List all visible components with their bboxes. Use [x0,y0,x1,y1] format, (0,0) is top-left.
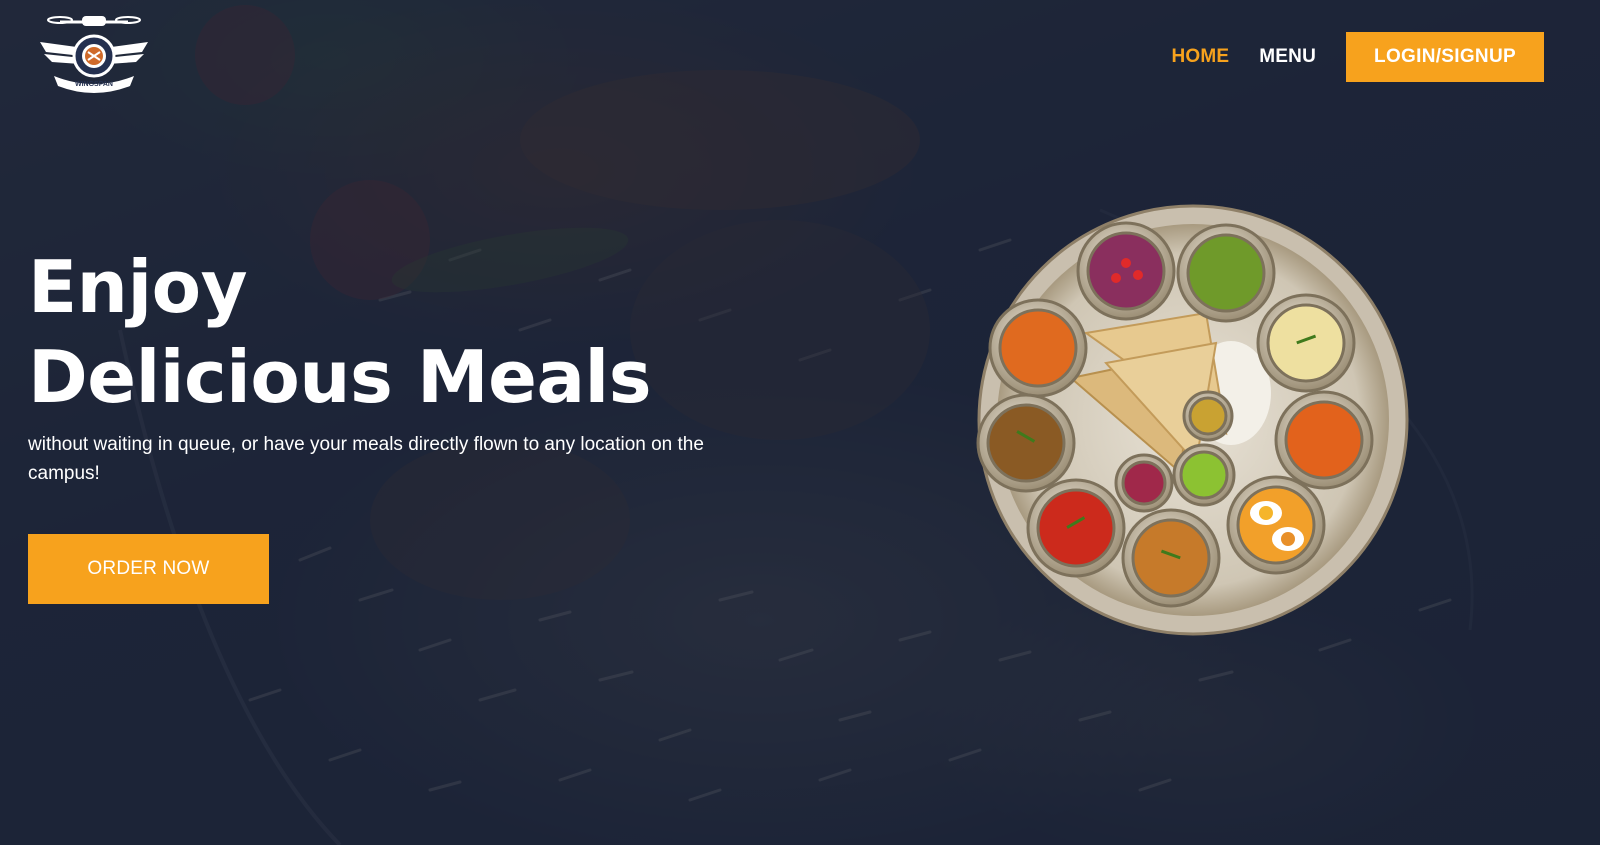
login-signup-button[interactable]: LOGIN/SIGNUP [1346,32,1544,82]
logo-text: WINGSPAN [75,81,113,88]
order-now-button[interactable]: ORDER NOW [28,534,269,604]
nav-menu-link[interactable]: MENU [1259,46,1316,68]
hero-headline: Enjoy Delicious Meals [28,242,652,422]
headline-line-2: Delicious Meals [28,335,652,419]
drone-emblem-icon: WINGSPAN [40,16,148,93]
thali-plate-image [976,203,1410,637]
wingspan-logo[interactable]: WINGSPAN [38,12,150,94]
hero-subtext: without waiting in queue, or have your m… [28,434,704,484]
headline-line-1: Enjoy [28,245,248,329]
nav-home-link[interactable]: HOME [1171,46,1229,68]
main-nav: HOME MENU LOGIN/SIGNUP [1171,32,1544,82]
